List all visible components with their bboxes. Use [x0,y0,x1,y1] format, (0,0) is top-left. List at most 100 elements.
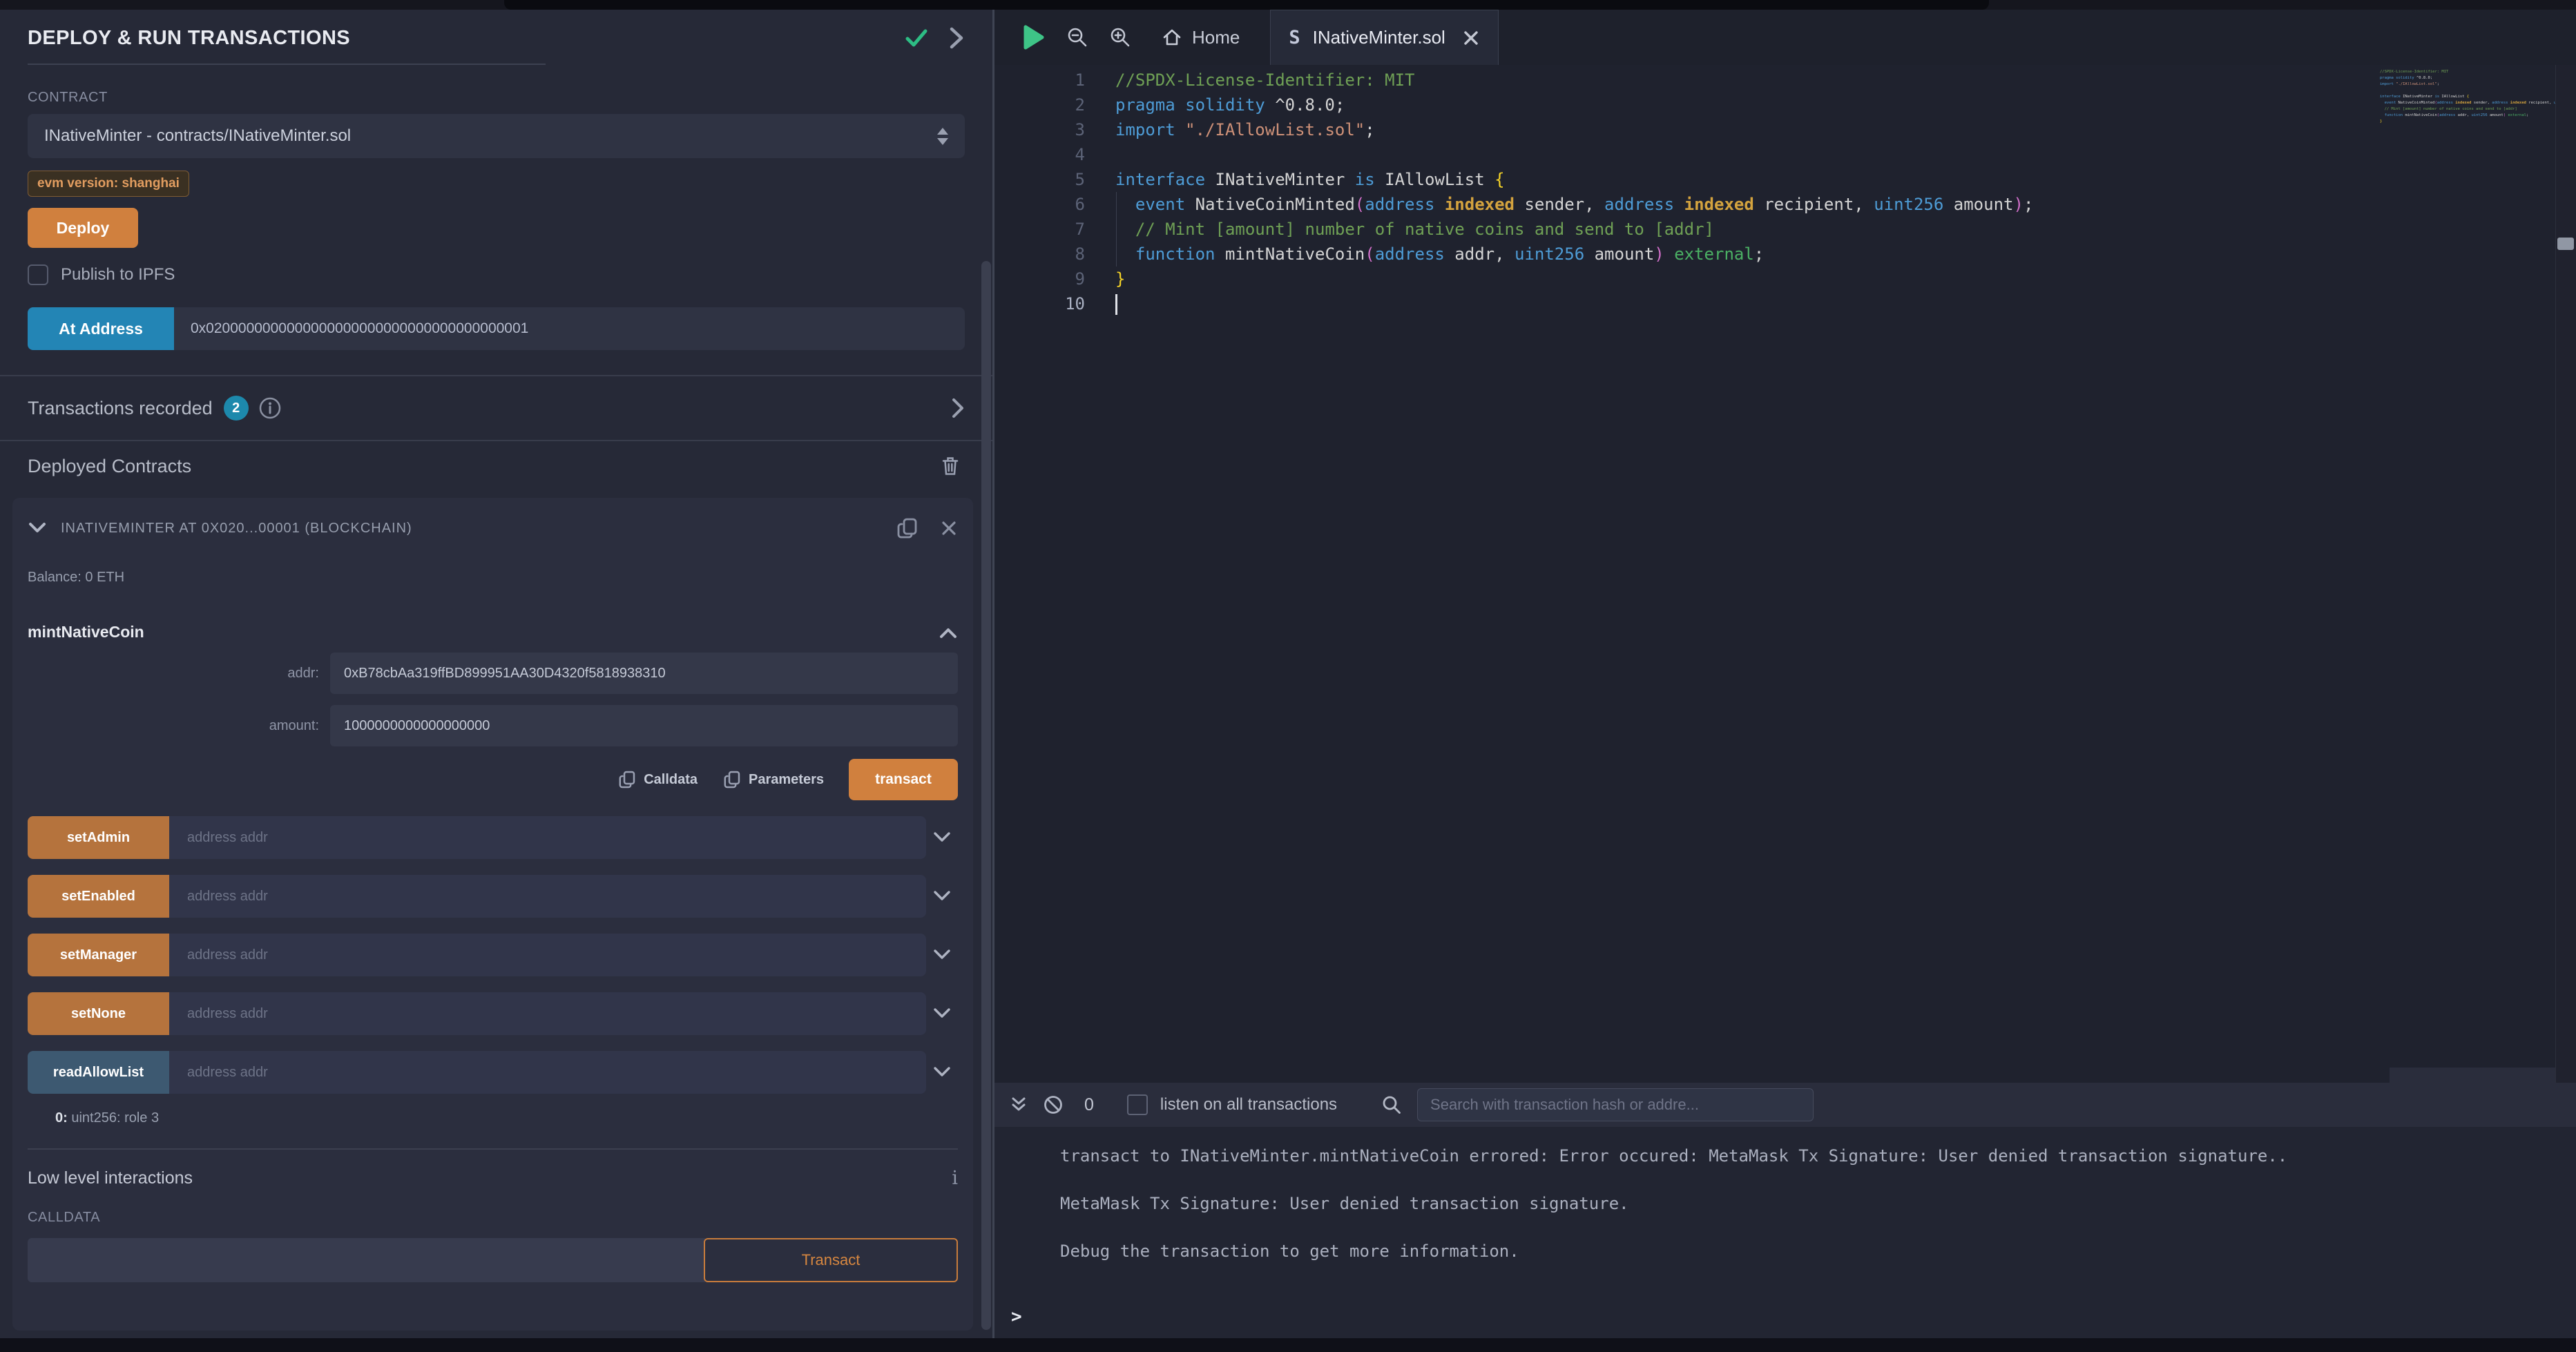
text-cursor [1115,294,1117,315]
terminal-log-line: Debug the transaction to get more inform… [1060,1242,2555,1261]
function-button-setManager[interactable]: setManager [28,934,169,976]
open-function-name: mintNativeCoin [28,623,939,641]
function-expand-chevron-icon[interactable] [926,1007,958,1021]
terminal-collapse-icon[interactable] [1010,1096,1028,1114]
at-address-input[interactable] [174,307,965,350]
run-script-play-icon[interactable] [1022,23,1046,51]
function-button-setEnabled[interactable]: setEnabled [28,875,169,918]
low-level-calldata-input[interactable] [28,1238,705,1282]
calldata-section-label: CALLDATA [28,1210,958,1226]
zoom-out-icon[interactable] [1066,26,1088,48]
copy-address-icon[interactable] [896,516,919,541]
function-expand-chevron-icon[interactable] [926,831,958,844]
clear-console-icon[interactable] [1043,1094,1064,1115]
function-button-readAllowList[interactable]: readAllowList [28,1051,169,1094]
transact-button[interactable]: transact [849,759,958,800]
deploy-run-panel: DEPLOY & RUN TRANSACTIONS CONTRACT INati… [0,10,992,1338]
editor-gutter: 12345678910 [994,65,1115,1083]
divider [28,1148,958,1150]
indent-guide [1116,192,1117,267]
code-line [1115,142,2576,167]
line-number: 9 [994,267,1115,291]
deployed-contracts-label: Deployed Contracts [28,456,191,477]
code-editor[interactable]: 12345678910 //SPDX-License-Identifier: M… [994,65,2576,1083]
field-label: addr: [28,666,330,682]
function-field-row: addr: [28,653,958,694]
contract-label: CONTRACT [28,90,965,106]
deploy-button[interactable]: Deploy [28,208,138,248]
function-row: setEnabled [28,875,958,918]
contract-select-value: INativeMinter - contracts/INativeMinter.… [44,126,937,146]
publish-ipfs-label: Publish to IPFS [61,265,175,284]
result-text: uint256: role 3 [68,1110,159,1126]
editor-tabbar: Home S INativeMinter.sol [994,10,2576,65]
function-collapse-chevron-icon[interactable] [939,626,958,639]
parameters-copy-label: Parameters [749,772,824,788]
listen-all-checkbox[interactable] [1127,1094,1148,1115]
at-address-button[interactable]: At Address [28,307,174,350]
code-line: //SPDX-License-Identifier: MIT [1115,68,2576,93]
page-scrollbar-thumb[interactable] [2557,238,2574,250]
publish-ipfs-checkbox[interactable] [28,264,48,285]
trash-icon[interactable] [940,455,961,477]
contract-select[interactable]: INativeMinter - contracts/INativeMinter.… [28,114,965,158]
function-arg-input-setEnabled[interactable] [169,875,926,918]
zoom-in-icon[interactable] [1109,26,1131,48]
tab-home[interactable]: Home [1162,27,1240,48]
terminal-search-input[interactable] [1417,1088,1814,1121]
remove-instance-icon[interactable] [940,519,958,537]
function-button-setAdmin[interactable]: setAdmin [28,816,169,859]
code-line: import "./IAllowList.sol"; [1115,117,2576,142]
terminal-log-line: transact to INativeMinter.mintNativeCoin… [1060,1146,2555,1166]
line-number: 7 [994,217,1115,242]
function-button-setNone[interactable]: setNone [28,992,169,1035]
function-expand-chevron-icon[interactable] [926,889,958,903]
function-arg-input-readAllowList[interactable] [169,1051,926,1094]
select-arrows-icon [937,128,948,145]
transactions-expand-chevron-icon[interactable] [951,397,965,419]
main-layout: DEPLOY & RUN TRANSACTIONS CONTRACT INati… [0,10,2576,1338]
info-icon[interactable] [258,396,282,420]
panel-expand-chevron-icon[interactable] [948,26,965,50]
function-arg-input-setAdmin[interactable] [169,816,926,859]
panel-scrollbar[interactable] [981,261,991,1330]
function-expand-chevron-icon[interactable] [926,1065,958,1079]
code-line: function mintNativeCoin(address addr, ui… [1115,242,2576,267]
editor-column: Home S INativeMinter.sol 12345678910 //S… [994,10,2576,1338]
line-number: 1 [994,68,1115,93]
code-line: event NativeCoinMinted(address indexed s… [1115,192,2576,217]
tab-inativeminter[interactable]: S INativeMinter.sol [1270,10,1498,65]
instance-collapse-chevron-icon[interactable] [28,521,47,535]
title-underline [28,64,546,65]
terminal: 0 listen on all transactions > transact … [994,1083,2576,1338]
code-line [1115,291,2576,316]
low-level-transact-button[interactable]: Transact [704,1238,958,1282]
code-line: interface INativeMinter is IAllowList { [1115,167,2576,192]
transactions-recorded-label: Transactions recorded [28,398,213,419]
tab-close-icon[interactable] [1462,29,1480,47]
function-expand-chevron-icon[interactable] [926,948,958,962]
code-line: // Mint [amount] number of native coins … [1115,217,2576,242]
code-lines: //SPDX-License-Identifier: MITpragma sol… [1115,65,2576,1083]
code-line: } [1115,267,2576,291]
function-arg-input-setNone[interactable] [169,992,926,1035]
transactions-count-badge: 2 [224,396,249,421]
function-row: readAllowList [28,1051,958,1094]
low-level-title: Low level interactions [28,1168,952,1188]
line-number: 4 [994,142,1115,167]
call-result-line: 0: uint256: role 3 [28,1110,958,1126]
terminal-output[interactable]: > transact to INativeMinter.mintNativeCo… [994,1127,2576,1338]
field-input-addr[interactable] [330,653,958,694]
field-input-amount[interactable] [330,705,958,746]
terminal-prompt: > [1011,1306,1022,1327]
page-scrollbar-track[interactable] [2555,65,2576,1083]
deployed-contract-card: INATIVEMINTER AT 0X020...00001 (BLOCKCHA… [12,498,973,1331]
line-number: 10 [994,291,1115,316]
low-level-info-icon[interactable]: i [952,1168,958,1189]
copy-parameters-button[interactable]: Parameters [722,769,824,790]
deployed-contracts-row: Deployed Contracts [28,441,965,487]
copy-calldata-button[interactable]: Calldata [617,769,698,790]
terminal-toolbar: 0 listen on all transactions [994,1083,2576,1127]
function-arg-input-setManager[interactable] [169,934,926,976]
evm-version-badge: evm version: shanghai [28,171,189,197]
